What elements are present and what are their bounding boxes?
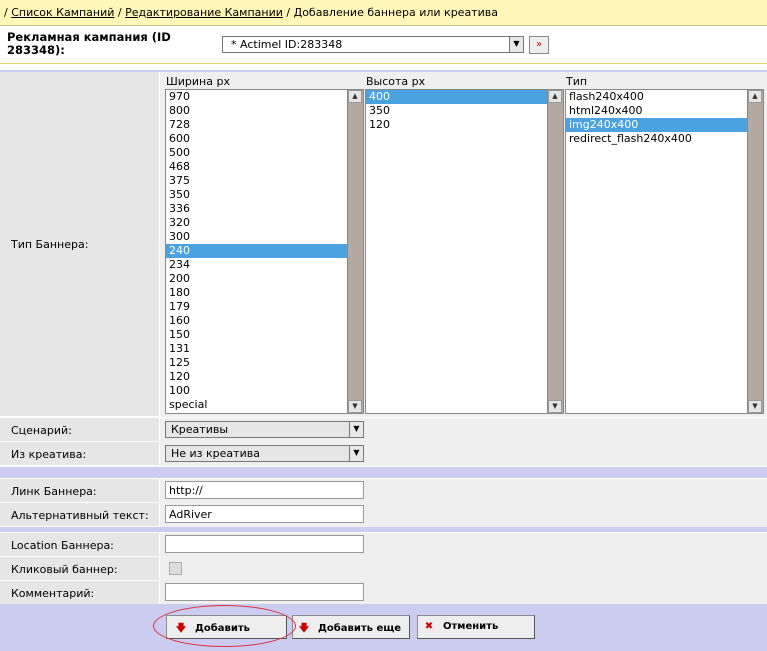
from-creative-select[interactable]: Не из креатива ▼ <box>165 445 364 462</box>
scroll-down-icon[interactable]: ▼ <box>348 400 362 413</box>
cancel-button-label: Отменить <box>443 621 499 632</box>
chevron-down-icon: ▼ <box>349 422 363 437</box>
alt-text-label-cell: Альтернативный текст: <box>0 503 159 527</box>
chevron-down-icon: ▼ <box>349 446 363 461</box>
width-listbox[interactable]: 970 800 728 600 500 468 375 350 336 320 300 240 234 2… <box>165 89 364 414</box>
list-item[interactable]: redirect_flash240x400 <box>566 132 763 146</box>
scrollbar[interactable]: ▲ ▼ <box>547 90 563 413</box>
list-item[interactable]: 131 <box>166 342 363 356</box>
arrow-right-icon: » <box>535 39 543 50</box>
comment-input[interactable] <box>165 583 364 601</box>
alt-text-label: Альтернативный текст: <box>11 509 149 522</box>
list-item[interactable]: 200 <box>166 272 363 286</box>
banner-link-label-cell: Линк Баннера: <box>0 479 159 503</box>
width-column-header: Ширина px <box>166 75 230 88</box>
location-label-cell: Location Баннера: <box>0 533 159 557</box>
list-item[interactable]: 120 <box>366 118 563 132</box>
clickable-label: Кликовый баннер: <box>11 563 118 576</box>
scroll-down-icon[interactable]: ▼ <box>548 400 562 413</box>
from-creative-select-value: Не из креатива <box>171 447 260 460</box>
banner-link-label: Линк Баннера: <box>11 485 97 498</box>
scrollbar[interactable]: ▲ ▼ <box>347 90 363 413</box>
location-label: Location Баннера: <box>11 539 114 552</box>
list-item[interactable]: 300 <box>166 230 363 244</box>
list-item[interactable]: 120 <box>166 370 363 384</box>
scenario-select-value: Креативы <box>171 423 229 436</box>
breadcrumb-link-campaign-list[interactable]: Список Кампаний <box>11 6 114 19</box>
list-item[interactable]: 500 <box>166 146 363 160</box>
breadcrumb-separator: / <box>114 6 126 19</box>
clickable-value-cell <box>160 557 767 581</box>
list-item[interactable]: 125 <box>166 356 363 370</box>
list-item[interactable]: 336 <box>166 202 363 216</box>
divider <box>0 63 767 64</box>
campaign-label: Рекламная кампания (ID 283348): <box>7 30 171 57</box>
list-item[interactable]: 970 <box>166 90 363 104</box>
list-item[interactable]: 600 <box>166 132 363 146</box>
clickable-checkbox[interactable] <box>169 562 182 575</box>
scroll-up-icon[interactable]: ▲ <box>748 90 762 103</box>
alt-text-input[interactable]: AdRiver <box>165 505 364 523</box>
list-item[interactable]: 350 <box>366 104 563 118</box>
scrollbar[interactable]: ▲ ▼ <box>747 90 763 413</box>
add-more-button-label: Добавить еще <box>318 623 402 634</box>
list-item[interactable]: special <box>166 398 363 412</box>
breadcrumb: / Список Кампаний / Редактирование Кампа… <box>0 0 767 26</box>
scroll-down-icon[interactable]: ▼ <box>748 400 762 413</box>
list-item[interactable]: html240x400 <box>566 104 763 118</box>
scenario-label-cell: Сценарий: <box>0 418 159 442</box>
list-item[interactable]: 400 <box>366 90 563 104</box>
type-column-header: Тип <box>566 75 588 88</box>
scroll-up-icon[interactable]: ▲ <box>348 90 362 103</box>
breadcrumb-current: Добавление баннера или креатива <box>293 6 498 19</box>
close-icon: ✖ <box>424 621 434 632</box>
from-creative-label: Из креатива: <box>11 448 87 461</box>
chevron-down-icon: ▼ <box>509 37 523 52</box>
add-more-button[interactable]: 🡇 Добавить еще <box>292 615 410 639</box>
campaign-select[interactable]: * Actimel ID:283348 ▼ <box>222 36 524 53</box>
highlight-ellipse <box>153 605 296 647</box>
download-icon: 🡇 <box>298 623 310 634</box>
list-item[interactable]: 468 <box>166 160 363 174</box>
comment-label-cell: Комментарий: <box>0 581 159 605</box>
clickable-label-cell: Кликовый баннер: <box>0 557 159 581</box>
list-item[interactable]: 800 <box>166 104 363 118</box>
scenario-label: Сценарий: <box>11 424 72 437</box>
list-item[interactable]: img240x400 <box>566 118 763 132</box>
height-column-header: Высота px <box>366 75 426 88</box>
campaign-select-value: * Actimel ID:283348 <box>231 38 343 51</box>
banner-link-input[interactable]: http:// <box>165 481 364 499</box>
type-listbox[interactable]: flash240x400 html240x400 img240x400 redirec… <box>565 89 764 414</box>
list-item[interactable]: 234 <box>166 258 363 272</box>
list-item[interactable]: 728 <box>166 118 363 132</box>
list-item[interactable]: flash240x400 <box>566 90 763 104</box>
list-item[interactable]: 179 <box>166 300 363 314</box>
scroll-up-icon[interactable]: ▲ <box>548 90 562 103</box>
location-input[interactable] <box>165 535 364 553</box>
list-item[interactable]: 240 <box>166 244 363 258</box>
campaign-go-button[interactable]: » <box>529 36 549 54</box>
cancel-button[interactable]: ✖ Отменить <box>417 615 535 639</box>
banner-type-label: Тип Баннера: <box>11 238 89 251</box>
breadcrumb-link-edit-campaign[interactable]: Редактирование Кампании <box>125 6 283 19</box>
list-item[interactable]: 350 <box>166 188 363 202</box>
section-divider <box>0 467 767 478</box>
height-listbox[interactable]: 400 350 120 ▲ ▼ <box>365 89 564 414</box>
scenario-select[interactable]: Креативы ▼ <box>165 421 364 438</box>
list-item[interactable]: 375 <box>166 174 363 188</box>
banner-type-label-cell: Тип Баннера: <box>0 72 159 417</box>
breadcrumb-separator: / <box>282 6 294 19</box>
from-creative-label-cell: Из креатива: <box>0 442 159 466</box>
list-item[interactable]: 320 <box>166 216 363 230</box>
list-item[interactable]: 100 <box>166 384 363 398</box>
comment-label: Комментарий: <box>11 587 95 600</box>
list-item[interactable]: 160 <box>166 314 363 328</box>
list-item[interactable]: 150 <box>166 328 363 342</box>
section-divider <box>0 527 767 532</box>
list-item[interactable]: 180 <box>166 286 363 300</box>
